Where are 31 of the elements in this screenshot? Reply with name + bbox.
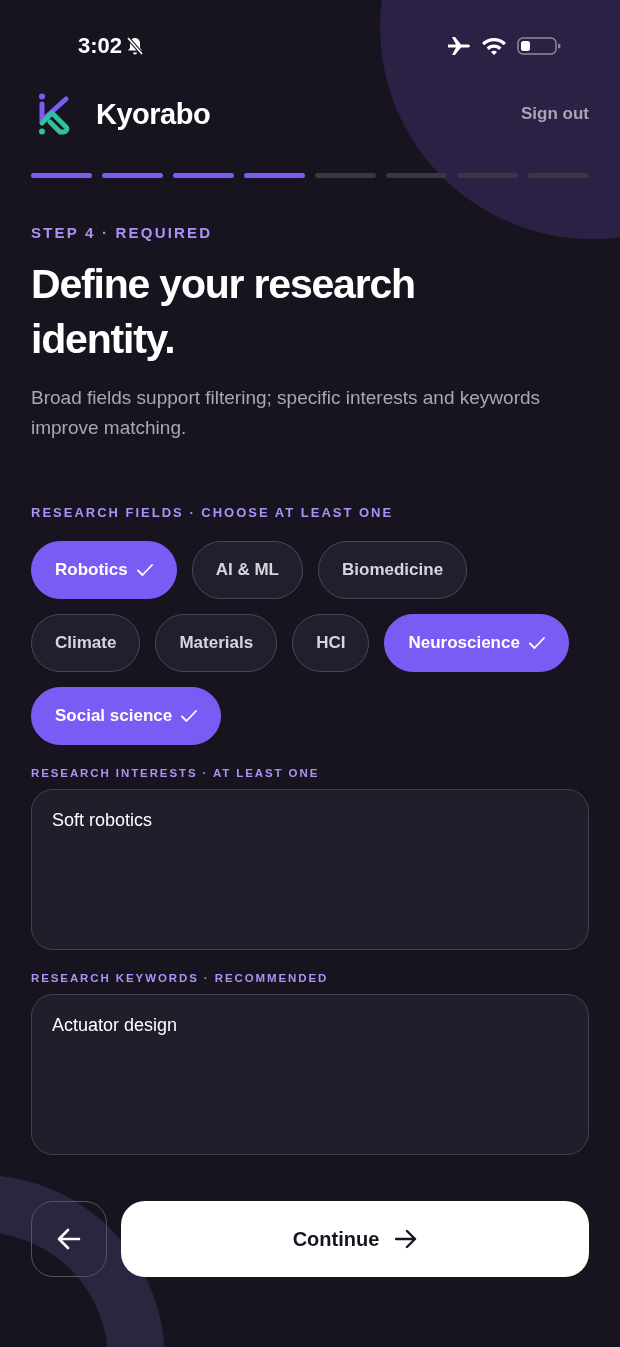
field-chip[interactable]: Neuroscience xyxy=(384,614,569,672)
section-label: RESEARCH FIELDS · CHOOSE AT LEAST ONE xyxy=(31,505,395,520)
field-chip[interactable]: Biomedicine xyxy=(318,541,468,599)
section-label: RESEARCH KEYWORDS · RECOMMENDED xyxy=(31,972,330,984)
logo-icon xyxy=(38,93,72,135)
keywords-field[interactable]: Actuator design xyxy=(31,994,589,1155)
interests-field[interactable]: Soft robotics xyxy=(31,789,589,950)
field-chip[interactable]: Social science xyxy=(31,687,222,745)
arrow-right-icon xyxy=(395,1229,418,1249)
back-button[interactable] xyxy=(31,1201,107,1277)
field-chip[interactable]: Climate xyxy=(31,614,141,672)
back-arrow-icon xyxy=(57,1228,81,1250)
continue-button[interactable]: Continue xyxy=(121,1201,589,1277)
field-chip[interactable]: HCI xyxy=(292,614,370,672)
page-title: Define your research identity. xyxy=(31,260,416,364)
section-label: RESEARCH INTERESTS · AT LEAST ONE xyxy=(31,767,321,779)
page-subtitle: Broad fields support filtering; specific interests and keywords improve matching. xyxy=(31,386,542,440)
check-icon xyxy=(136,564,153,576)
field-chip[interactable]: AI & ML xyxy=(191,541,303,599)
check-icon xyxy=(181,710,198,722)
brand-name: Kyorabo xyxy=(96,97,211,131)
battery-icon xyxy=(517,36,561,56)
muted-bell-icon xyxy=(126,36,145,56)
wifi-icon xyxy=(481,36,507,56)
airplane-icon xyxy=(447,36,471,56)
status-time: 3:02 xyxy=(78,33,123,59)
check-icon xyxy=(528,637,545,649)
field-chip[interactable]: Materials xyxy=(155,614,278,672)
field-chip[interactable]: Robotics xyxy=(31,541,177,599)
sign-out-link[interactable]: Sign out xyxy=(521,104,589,124)
step-label: STEP 4 · REQUIRED xyxy=(31,224,214,241)
